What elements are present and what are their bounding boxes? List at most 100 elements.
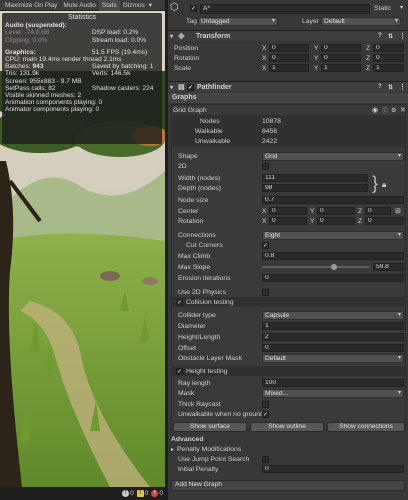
transform-header[interactable]: ▾ ✥ Transform ? ⇅ ⋮: [168, 30, 408, 41]
z-field[interactable]: 0: [373, 54, 404, 62]
transform-position-row: Position X 0 Y 0 Z 0: [168, 43, 408, 53]
component-menu-icon[interactable]: ⋮: [399, 83, 406, 91]
stats-button[interactable]: Stats: [98, 0, 120, 11]
initial-penalty-field[interactable]: 0: [262, 465, 404, 473]
console-warning-count[interactable]: ! 0: [136, 490, 148, 497]
batches-label: Batches:: [5, 63, 33, 71]
unwalkable-checkbox[interactable]: ✓: [262, 411, 269, 418]
presets-icon[interactable]: ⇅: [388, 33, 393, 40]
x-field[interactable]: 1: [269, 64, 309, 72]
width-field[interactable]: 111: [262, 174, 368, 182]
collapse-arrow-icon[interactable]: ▾: [170, 33, 173, 40]
close-icon[interactable]: ✕: [400, 106, 406, 114]
transform-scale-row: Scale X 1 Y 1 Z 1: [168, 63, 408, 73]
center-x-label: X: [262, 207, 267, 215]
snap-icon[interactable]: ⊞: [395, 207, 401, 215]
obstacle-mask-dropdown[interactable]: Default: [262, 354, 404, 363]
tag-dropdown[interactable]: Untagged: [198, 17, 278, 26]
use-2d-physics-checkbox[interactable]: [262, 289, 269, 296]
rotation-y-field[interactable]: 0: [317, 217, 355, 225]
eye-icon[interactable]: ◉: [372, 106, 378, 114]
console-error-count[interactable]: ! 0: [151, 490, 163, 497]
grid-graph-title[interactable]: Grid Graph: [173, 107, 207, 114]
height-length-field[interactable]: 2: [262, 333, 404, 341]
mask-dropdown[interactable]: Mixed...: [262, 389, 404, 398]
erosion-field[interactable]: 0: [262, 274, 404, 282]
collapse-arrow-icon[interactable]: ▾: [170, 84, 173, 91]
jump-point-checkbox[interactable]: [262, 456, 269, 463]
diameter-field[interactable]: 1: [262, 322, 404, 330]
height-testing-checkbox[interactable]: ✓: [176, 368, 183, 375]
z-field[interactable]: 0: [373, 44, 404, 52]
expand-arrow-icon[interactable]: ▸: [171, 446, 174, 453]
y-field[interactable]: 0: [321, 44, 361, 52]
lock-icon[interactable]: 🔒︎: [382, 180, 386, 190]
max-slope-slider-track[interactable]: [262, 266, 370, 268]
object-name-field[interactable]: A*: [200, 4, 370, 14]
audio-level: Level: -74.8 dB: [5, 29, 50, 37]
shadow-casters-readout: Shadow casters: 224: [91, 84, 154, 92]
obstacle-mask-row: Obstacle Layer Mask Default: [168, 353, 408, 363]
active-checkbox[interactable]: ✓: [190, 5, 197, 12]
cut-corners-label: Cut Corners: [186, 241, 223, 249]
mute-audio-button[interactable]: Mute Audio: [60, 0, 99, 11]
twod-label: 2D: [178, 162, 187, 170]
use-2d-physics-label: Use 2D Physics: [178, 288, 226, 296]
component-menu-icon[interactable]: ⋮: [399, 32, 406, 40]
pathfinder-title: Pathfinder: [197, 83, 232, 91]
penalty-row[interactable]: ▸ Penalty Modifications: [168, 444, 408, 454]
gizmos-button[interactable]: Gizmos: [120, 0, 148, 11]
error-icon: !: [151, 490, 159, 497]
x-field[interactable]: 0: [269, 54, 309, 62]
twod-checkbox[interactable]: [262, 163, 269, 170]
help-icon[interactable]: ?: [378, 84, 382, 90]
help-icon[interactable]: ?: [378, 33, 382, 39]
center-y-field[interactable]: 0: [317, 207, 355, 215]
thick-raycast-checkbox[interactable]: [262, 401, 269, 408]
graph-stat-row: Nodes 10878: [168, 116, 408, 126]
shape-dropdown[interactable]: Grid: [262, 152, 404, 161]
static-dropdown-icon[interactable]: ▾: [400, 4, 403, 11]
add-new-graph-button[interactable]: Add New Graph: [171, 480, 405, 491]
center-z-field[interactable]: 0: [365, 207, 391, 215]
cut-corners-checkbox[interactable]: ✓: [262, 242, 269, 249]
object-header: ⬡ ✓ A* Static ▾: [168, 2, 408, 15]
max-slope-slider-handle[interactable]: [330, 264, 337, 270]
game-toolbar: Maximize On Play Mute Audio Stats Gizmos…: [0, 0, 165, 11]
rotation-x-field[interactable]: 0: [269, 217, 307, 225]
show-surface-button[interactable]: Show surface: [173, 422, 247, 432]
graph-stat-row: Walkable 8456: [168, 126, 408, 136]
tag-layer-row: Tag Untagged Layer Default: [168, 16, 408, 26]
collider-type-dropdown[interactable]: Capsule: [262, 311, 404, 320]
y-field[interactable]: 1: [321, 64, 361, 72]
connections-dropdown[interactable]: Eight: [262, 231, 404, 240]
x-field[interactable]: 0: [269, 44, 309, 52]
depth-field[interactable]: 98: [262, 184, 368, 192]
max-slope-field[interactable]: 59.8: [373, 263, 404, 271]
rotation-z-field[interactable]: 0: [365, 217, 404, 225]
node-size-field[interactable]: 0.7: [262, 196, 404, 204]
collision-testing-checkbox[interactable]: ✓: [176, 299, 183, 306]
center-x-field[interactable]: 0: [269, 207, 307, 215]
y-field[interactable]: 0: [321, 54, 361, 62]
console-info-count[interactable]: ! 0: [122, 490, 134, 497]
pathfinder-header[interactable]: ▾ ▤ ✓ Pathfinder ? ⇅ ⋮: [168, 81, 408, 92]
show-outline-button[interactable]: Show outline: [250, 422, 324, 432]
max-climb-field[interactable]: 0.8: [262, 252, 404, 260]
layer-dropdown[interactable]: Default: [321, 17, 401, 26]
pathfinder-enabled-checkbox[interactable]: ✓: [187, 84, 194, 91]
shape-row: Shape Grid: [168, 151, 408, 161]
maximize-on-play-button[interactable]: Maximize On Play: [2, 0, 60, 11]
z-field[interactable]: 1: [373, 64, 404, 72]
gizmos-dropdown-icon[interactable]: ▾: [148, 0, 153, 11]
info-icon[interactable]: ⓘ: [382, 106, 388, 115]
ray-length-field[interactable]: 100: [262, 379, 404, 387]
offset-field[interactable]: 0: [262, 344, 404, 352]
layer-label: Layer: [302, 17, 320, 25]
show-connections-button[interactable]: Show connections: [327, 422, 405, 432]
collision-testing-row: ✓ Collision testing: [168, 297, 408, 307]
presets-icon[interactable]: ⇅: [388, 84, 393, 91]
settings-icon[interactable]: ⚙: [391, 107, 396, 114]
graphs-section[interactable]: Graphs: [168, 93, 408, 103]
cpu-readout: CPU: main 19.4ms render thread 2.1ms: [5, 56, 122, 64]
